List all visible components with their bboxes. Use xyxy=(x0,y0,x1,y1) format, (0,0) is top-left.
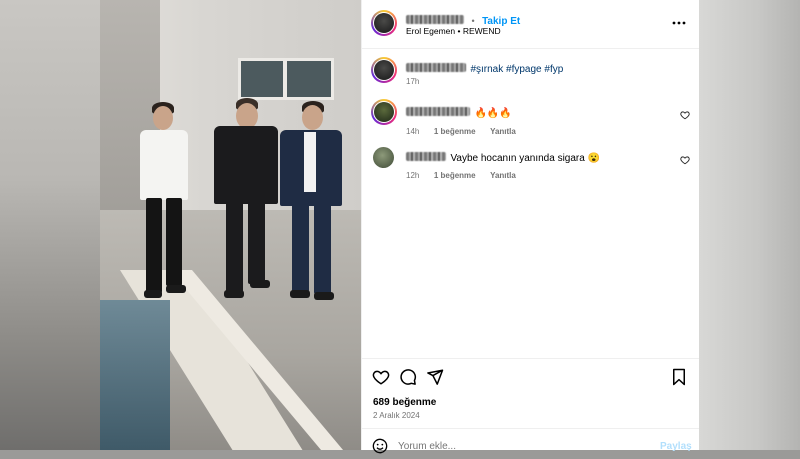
add-comment-bar: Paylaş xyxy=(362,428,699,454)
comment-username-blurred[interactable] xyxy=(406,107,470,117)
comment-input[interactable] xyxy=(398,439,638,453)
video-window xyxy=(238,58,334,100)
comment-time: 12h xyxy=(406,171,420,180)
comment-username-blurred[interactable] xyxy=(406,152,446,162)
caption-username-blurred[interactable] xyxy=(406,63,466,73)
comment-reply-button[interactable]: Yanıtla xyxy=(490,127,516,136)
more-options-button[interactable] xyxy=(671,16,689,30)
post-video[interactable] xyxy=(100,0,361,450)
comment-like-button[interactable] xyxy=(680,152,690,170)
bookmark-icon xyxy=(673,368,685,386)
comment-reply-button[interactable]: Yanıtla xyxy=(490,171,516,180)
video-person xyxy=(210,98,280,303)
video-person xyxy=(138,100,198,305)
like-button[interactable] xyxy=(372,368,390,391)
comment-button[interactable] xyxy=(399,368,417,391)
heart-icon xyxy=(372,370,390,385)
comment-text: 🔥🔥🔥 xyxy=(474,108,512,119)
heart-icon xyxy=(680,111,690,120)
heart-icon xyxy=(680,156,690,165)
author-avatar[interactable] xyxy=(371,10,397,36)
comment-time: 14h xyxy=(406,127,420,136)
comment-like-count[interactable]: 1 beğenme xyxy=(434,127,476,136)
comment-icon xyxy=(400,369,417,385)
comment-avatar[interactable] xyxy=(371,99,397,125)
author-username-blurred[interactable] xyxy=(406,15,464,25)
header-separator: • xyxy=(471,16,475,26)
share-button[interactable] xyxy=(426,368,444,391)
save-button[interactable] xyxy=(671,368,687,391)
blurred-background-left xyxy=(0,0,100,450)
post-date: 2 Aralık 2024 xyxy=(373,411,420,420)
comment-avatar[interactable] xyxy=(373,147,394,168)
emoji-button[interactable] xyxy=(372,438,388,459)
comment-like-button[interactable] xyxy=(680,107,690,125)
comment-like-count[interactable]: 1 beğenme xyxy=(434,171,476,180)
more-options-icon xyxy=(672,21,686,25)
caption-hashtags[interactable]: #şırnak #fypage #fyp xyxy=(470,64,563,75)
location-line[interactable]: Erol Egemen • REWEND xyxy=(406,26,501,36)
emoji-icon xyxy=(372,438,388,454)
post-details-panel: • Takip Et Erol Egemen • REWEND #şırnak … xyxy=(361,0,699,454)
share-comment-button[interactable]: Paylaş xyxy=(660,441,692,452)
blurred-background-right xyxy=(698,0,800,450)
post-header: • Takip Et Erol Egemen • REWEND xyxy=(362,0,699,49)
video-person xyxy=(278,100,346,305)
post-actions: 689 beğenme 2 Aralık 2024 xyxy=(362,358,699,429)
caption-time: 17h xyxy=(406,77,420,86)
comment-text: Vaybe hocanın yanında sigara 😮 xyxy=(450,153,601,164)
caption-avatar[interactable] xyxy=(371,57,397,83)
video-pool xyxy=(100,300,170,450)
likes-count[interactable]: 689 beğenme xyxy=(373,397,436,408)
paper-plane-icon xyxy=(427,369,444,385)
